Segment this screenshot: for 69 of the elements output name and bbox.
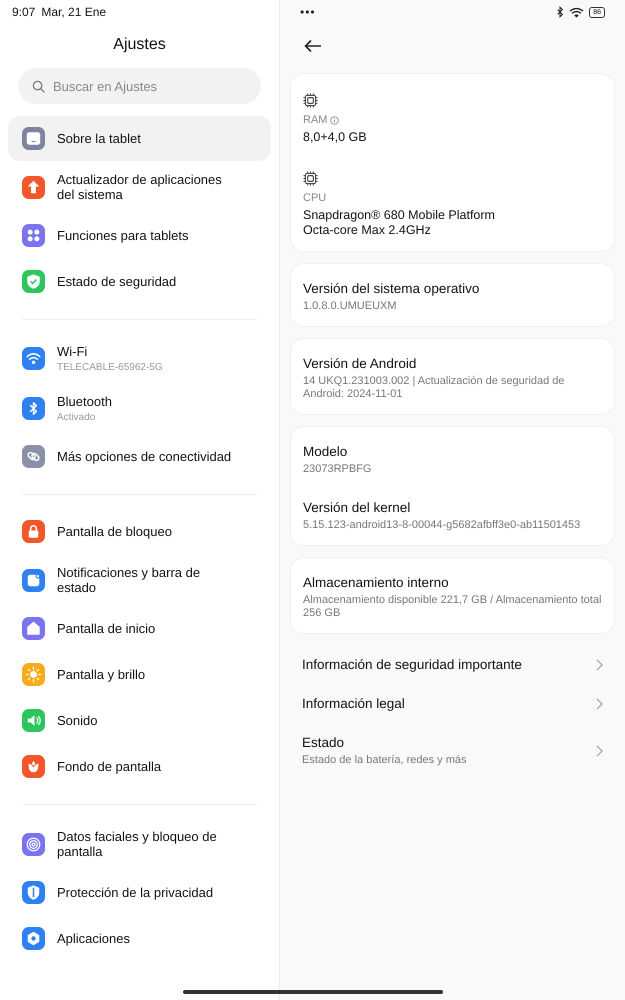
settings-row[interactable]: Información de seguridad importante	[290, 645, 615, 684]
settings-item[interactable]: Sonido	[8, 698, 271, 743]
spec-value: 8,0+4,0 GB	[303, 130, 368, 145]
wifi-icon	[569, 6, 584, 18]
chevron-right-icon	[596, 658, 603, 670]
row-title: Información legal	[302, 696, 405, 711]
settings-row[interactable]: Estado Estado de la batería, redes y más	[290, 723, 615, 778]
field-value: 14 UKQ1.231003.002 | Actualización de seguridad de Android: 2024-11-01	[303, 375, 566, 401]
settings-item[interactable]: Wi-Fi TELECABLE-65962-5G	[8, 334, 271, 383]
field-value: 5.15.123-android13-8-00044-g5682afbff3e0-ab11501453	[303, 519, 582, 532]
item-sublabel: Activado	[57, 412, 96, 423]
item-label: Sobre la tablet	[57, 131, 141, 146]
spec-label: RAM	[303, 114, 328, 126]
settings-item[interactable]: Pantalla de inicio	[8, 606, 271, 651]
item-label: Actualizador de aplicaciones del sistema	[57, 172, 223, 202]
settings-item[interactable]: Datos faciales y bloqueo de pantalla	[8, 819, 271, 869]
settings-item[interactable]: Fondo de pantalla	[8, 744, 271, 789]
field-title: Versión del kernel	[303, 500, 412, 515]
field-title: Modelo	[303, 444, 348, 459]
item-label: Funciones para tablets	[57, 228, 189, 243]
page-title: Ajustes	[112, 36, 167, 54]
search-field[interactable]: Buscar en Ajustes	[18, 68, 261, 104]
more-dots: •••	[300, 5, 316, 19]
item-label: Sonido	[57, 713, 98, 728]
field-value: Almacenamiento disponible 221,7 GB / Almacenamiento total 256 GB	[303, 594, 602, 620]
settings-item[interactable]: Más opciones de conectividad	[8, 434, 271, 479]
settings-item[interactable]: Pantalla y brillo	[8, 652, 271, 697]
settings-item[interactable]: Bluetooth Activado	[8, 384, 271, 433]
settings-item[interactable]: Estado de seguridad	[8, 259, 271, 304]
item-label: Protección de la privacidad	[57, 885, 214, 900]
settings-item[interactable]: Actualizador de aplicaciones del sistema	[8, 162, 271, 212]
settings-item[interactable]: Pantalla de bloqueo	[8, 509, 271, 554]
row-title: Información de seguridad importante	[302, 657, 522, 672]
chevron-right-icon	[596, 744, 603, 756]
spec-label: CPU	[303, 192, 326, 204]
spec-value: Snapdragon® 680 Mobile Platform Octa-core Max 2.4GHz	[303, 208, 496, 238]
row-title: Estado	[302, 735, 346, 750]
item-label: Datos faciales y bloqueo de pantalla	[57, 829, 218, 859]
item-label: Bluetooth	[57, 394, 112, 409]
item-label: Pantalla de bloqueo	[57, 524, 172, 539]
item-label: Más opciones de conectividad	[57, 449, 232, 464]
settings-item[interactable]: Protección de la privacidad	[8, 870, 271, 915]
settings-item[interactable]: Notificaciones y barra de estado	[8, 555, 271, 605]
field-title: Almacenamiento interno	[303, 575, 450, 590]
item-label: Pantalla y brillo	[57, 667, 146, 682]
field-title: Versión del sistema operativo	[303, 281, 480, 296]
item-label: Pantalla de inicio	[57, 621, 156, 636]
settings-row[interactable]: Información legal	[290, 684, 615, 723]
item-label: Fondo de pantalla	[57, 759, 162, 774]
item-sublabel: TELECABLE-65962-5G	[57, 362, 163, 373]
item-label: Wi-Fi	[57, 344, 88, 359]
item-label: Estado de seguridad	[57, 274, 176, 289]
item-label: Aplicaciones	[57, 931, 130, 946]
field-value: 23073RPBFG	[303, 463, 372, 476]
bluetooth-icon	[556, 6, 564, 18]
field-title: Versión de Android	[303, 356, 418, 371]
info-icon[interactable]	[330, 116, 340, 124]
clock-time: 9:07	[12, 5, 36, 19]
chevron-right-icon	[596, 698, 603, 710]
chip-icon	[303, 171, 318, 186]
row-subtitle: Estado de la batería, redes y más	[302, 754, 466, 766]
back-arrow-icon[interactable]	[304, 39, 322, 53]
field-value: 1.0.8.0.UMUEUXM	[303, 300, 398, 313]
settings-item[interactable]: Funciones para tablets	[8, 213, 271, 258]
status-date: Mar, 21 Ene	[41, 5, 106, 19]
item-label: Notificaciones y barra de estado	[57, 565, 202, 595]
chip-icon	[303, 93, 318, 108]
settings-item[interactable]: Sobre la tablet	[8, 116, 271, 161]
settings-item[interactable]: Aplicaciones	[8, 916, 271, 961]
